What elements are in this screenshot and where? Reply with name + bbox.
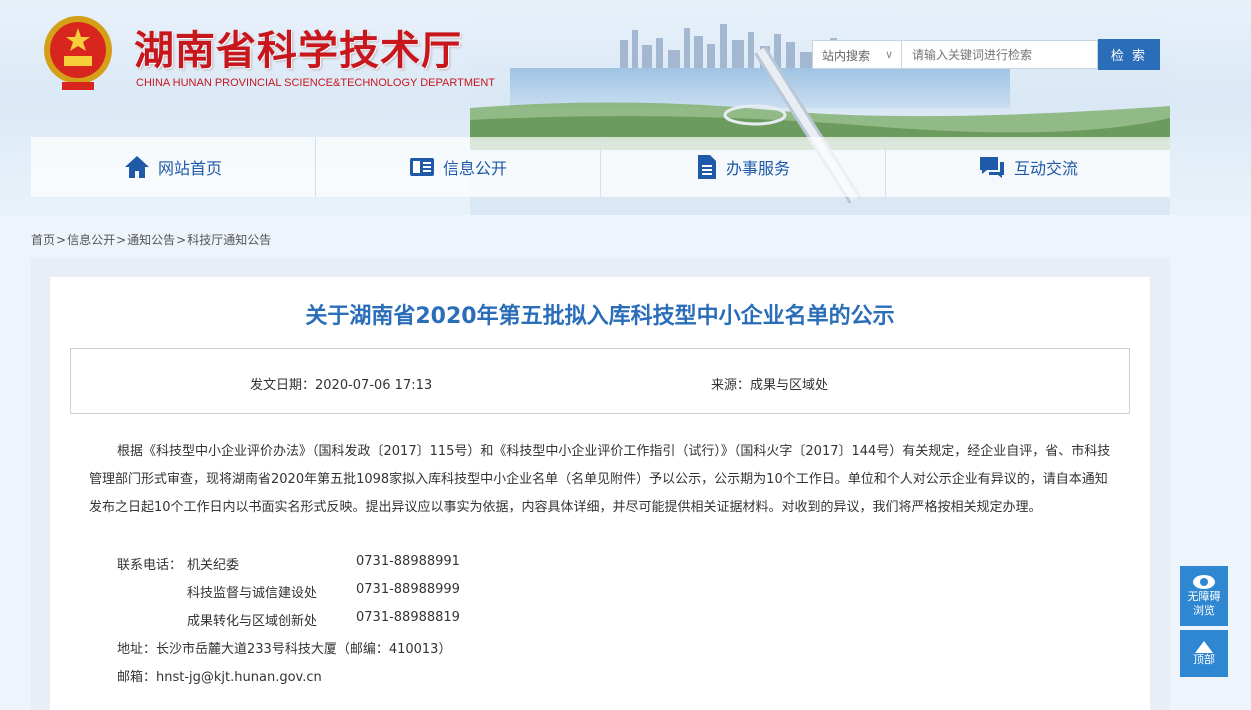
breadcrumb-separator: >	[176, 233, 187, 247]
nav-item-services[interactable]: 办事服务	[601, 137, 886, 197]
article-title: 关于湖南省2020年第五批拟入库科技型中小企业名单的公示	[305, 304, 895, 329]
national-emblem-icon	[44, 16, 112, 90]
arrow-up-icon	[1195, 640, 1213, 653]
site-title: 湖南省科学技术厅	[134, 28, 462, 74]
chevron-down-icon: ∨	[884, 48, 893, 61]
search-scope-label: 站内搜索	[822, 49, 871, 63]
accessibility-label-1: 无障碍	[1187, 590, 1221, 603]
breadcrumb-separator: >	[56, 233, 67, 247]
contact-phone: 0731-88988999	[356, 582, 460, 597]
breadcrumb-home[interactable]: 首页	[31, 233, 55, 247]
contact-address: 地址：长沙市岳麓大道233号科技大厦（邮编：410013）	[117, 642, 452, 657]
search-input[interactable]	[902, 40, 1098, 69]
nav-item-interaction[interactable]: 互动交流	[886, 137, 1170, 197]
article-date: 发文日期：2020-07-06 17:13	[250, 378, 433, 393]
site-header: 湖南省科学技术厅 CHINA HUNAN PROVINCIAL SCIENCE&…	[0, 0, 1251, 215]
nav-item-label: 办事服务	[725, 159, 790, 178]
contact-dept: 成果转化与区域创新处	[187, 614, 318, 629]
article-body: 根据《科技型中小企业评价办法》（国科发政〔2017〕115号）和《科技型中小企业…	[89, 444, 1111, 515]
article-source: 来源：成果与区域处	[711, 378, 829, 393]
contact-label: 联系电话：	[117, 558, 183, 573]
contact-phone: 0731-88988991	[356, 554, 460, 569]
nav-item-label: 信息公开	[442, 159, 507, 178]
main-nav: 网站首页 信息公开 办事服务 互动交流	[31, 137, 1170, 197]
nav-item-label: 网站首页	[157, 159, 222, 178]
chat-icon	[979, 157, 1004, 178]
back-to-top-label: 顶部	[1193, 652, 1215, 666]
nav-item-info-public[interactable]: 信息公开	[316, 137, 601, 197]
breadcrumb: 首页>信息公开>通知公告>科技厅通知公告	[31, 231, 271, 248]
breadcrumb-dept-notices[interactable]: 科技厅通知公告	[187, 233, 271, 247]
contact-dept: 科技监督与诚信建设处	[187, 586, 318, 601]
breadcrumb-notices[interactable]: 通知公告	[127, 233, 175, 247]
breadcrumb-separator: >	[116, 233, 127, 247]
contact-dept: 机关纪委	[187, 558, 240, 573]
home-icon	[124, 156, 149, 178]
back-to-top-button[interactable]: 顶部	[1180, 630, 1228, 677]
breadcrumb-info-public[interactable]: 信息公开	[67, 233, 115, 247]
article-meta-box	[70, 348, 1130, 414]
eye-icon	[1193, 575, 1215, 589]
document-icon	[697, 155, 716, 179]
site-subtitle: CHINA HUNAN PROVINCIAL SCIENCE&TECHNOLOG…	[136, 77, 495, 89]
search-button[interactable]: 检 索	[1098, 39, 1160, 70]
nav-item-label: 互动交流	[1013, 159, 1078, 178]
info-icon	[409, 158, 434, 176]
nav-item-home[interactable]: 网站首页	[31, 137, 316, 197]
accessibility-button[interactable]: 无障碍 浏览	[1180, 566, 1228, 626]
search-scope-select[interactable]: 站内搜索 ∨	[812, 40, 902, 69]
contact-phone: 0731-88988819	[356, 610, 460, 625]
contact-email: 邮箱：hnst-jg@kjt.hunan.gov.cn	[117, 670, 322, 685]
accessibility-label-2: 浏览	[1193, 604, 1215, 617]
